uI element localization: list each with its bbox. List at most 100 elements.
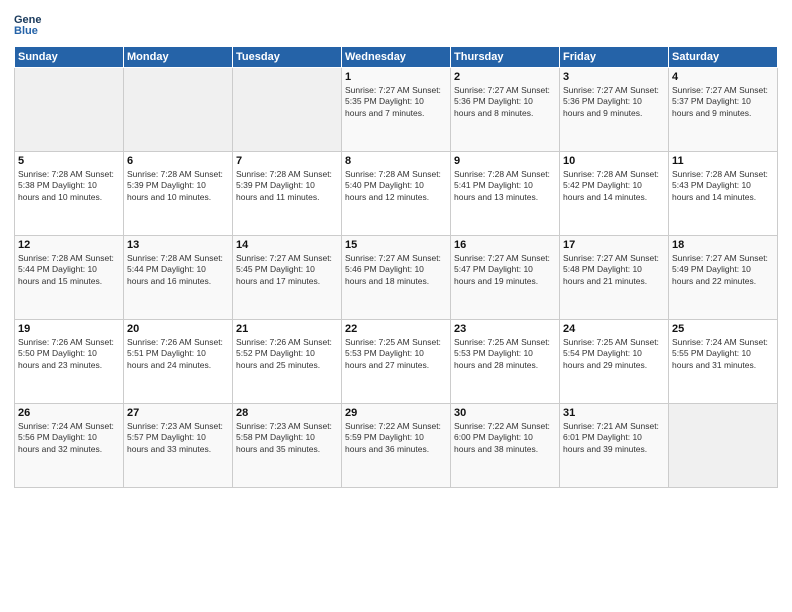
day-info: Sunrise: 7:28 AM Sunset: 5:44 PM Dayligh… bbox=[127, 253, 229, 287]
logo-icon: General Blue bbox=[14, 10, 42, 38]
svg-text:Blue: Blue bbox=[14, 25, 38, 37]
day-number: 18 bbox=[672, 239, 774, 251]
day-number: 25 bbox=[672, 323, 774, 335]
calendar-cell bbox=[233, 68, 342, 152]
weekday-header-sunday: Sunday bbox=[15, 47, 124, 68]
day-info: Sunrise: 7:25 AM Sunset: 5:53 PM Dayligh… bbox=[345, 337, 447, 371]
calendar-cell: 6 Sunrise: 7:28 AM Sunset: 5:39 PM Daylig… bbox=[124, 152, 233, 236]
logo: General Blue bbox=[14, 10, 42, 38]
calendar-cell: 18 Sunrise: 7:27 AM Sunset: 5:49 PM Dayli… bbox=[669, 236, 778, 320]
calendar-cell: 11Sunrise: 7:28 AM Sunset: 5:43 PM Dayli… bbox=[669, 152, 778, 236]
week-row-2: 5 Sunrise: 7:28 AM Sunset: 5:38 PM Daylig… bbox=[15, 152, 778, 236]
day-info: Sunrise: 7:28 AM Sunset: 5:44 PM Dayligh… bbox=[18, 253, 120, 287]
day-number: 28 bbox=[236, 407, 338, 419]
day-info: Sunrise: 7:25 AM Sunset: 5:53 PM Dayligh… bbox=[454, 337, 556, 371]
calendar-cell bbox=[669, 404, 778, 488]
day-info: Sunrise: 7:28 AM Sunset: 5:39 PM Dayligh… bbox=[236, 169, 338, 203]
day-number: 17 bbox=[563, 239, 665, 251]
day-info: Sunrise: 7:22 AM Sunset: 5:59 PM Dayligh… bbox=[345, 421, 447, 455]
day-number: 13 bbox=[127, 239, 229, 251]
calendar-cell: 12 Sunrise: 7:28 AM Sunset: 5:44 PM Dayli… bbox=[15, 236, 124, 320]
calendar-cell: 7 Sunrise: 7:28 AM Sunset: 5:39 PM Daylig… bbox=[233, 152, 342, 236]
weekday-header-monday: Monday bbox=[124, 47, 233, 68]
day-number: 3 bbox=[563, 71, 665, 83]
day-number: 5 bbox=[18, 155, 120, 167]
day-info: Sunrise: 7:22 AM Sunset: 6:00 PM Dayligh… bbox=[454, 421, 556, 455]
day-info: Sunrise: 7:28 AM Sunset: 5:41 PM Dayligh… bbox=[454, 169, 556, 203]
day-info: Sunrise: 7:24 AM Sunset: 5:56 PM Dayligh… bbox=[18, 421, 120, 455]
day-number: 8 bbox=[345, 155, 447, 167]
calendar-cell: 16 Sunrise: 7:27 AM Sunset: 5:47 PM Dayli… bbox=[451, 236, 560, 320]
day-number: 6 bbox=[127, 155, 229, 167]
day-info: Sunrise: 7:21 AM Sunset: 6:01 PM Dayligh… bbox=[563, 421, 665, 455]
weekday-header-wednesday: Wednesday bbox=[342, 47, 451, 68]
day-number: 23 bbox=[454, 323, 556, 335]
day-number: 15 bbox=[345, 239, 447, 251]
calendar-cell: 21 Sunrise: 7:26 AM Sunset: 5:52 PM Dayli… bbox=[233, 320, 342, 404]
day-info: Sunrise: 7:28 AM Sunset: 5:39 PM Dayligh… bbox=[127, 169, 229, 203]
calendar-cell: 4Sunrise: 7:27 AM Sunset: 5:37 PM Daylig… bbox=[669, 68, 778, 152]
day-info: Sunrise: 7:28 AM Sunset: 5:43 PM Dayligh… bbox=[672, 169, 774, 203]
calendar-cell: 15 Sunrise: 7:27 AM Sunset: 5:46 PM Dayli… bbox=[342, 236, 451, 320]
day-number: 1 bbox=[345, 71, 447, 83]
day-info: Sunrise: 7:28 AM Sunset: 5:38 PM Dayligh… bbox=[18, 169, 120, 203]
calendar-cell bbox=[15, 68, 124, 152]
day-info: Sunrise: 7:26 AM Sunset: 5:52 PM Dayligh… bbox=[236, 337, 338, 371]
week-row-5: 26 Sunrise: 7:24 AM Sunset: 5:56 PM Dayli… bbox=[15, 404, 778, 488]
day-number: 26 bbox=[18, 407, 120, 419]
day-number: 16 bbox=[454, 239, 556, 251]
week-row-3: 12 Sunrise: 7:28 AM Sunset: 5:44 PM Dayli… bbox=[15, 236, 778, 320]
day-info: Sunrise: 7:28 AM Sunset: 5:40 PM Dayligh… bbox=[345, 169, 447, 203]
weekday-header-tuesday: Tuesday bbox=[233, 47, 342, 68]
day-number: 24 bbox=[563, 323, 665, 335]
weekday-header-saturday: Saturday bbox=[669, 47, 778, 68]
calendar-cell: 2Sunrise: 7:27 AM Sunset: 5:36 PM Daylig… bbox=[451, 68, 560, 152]
calendar-cell: 13 Sunrise: 7:28 AM Sunset: 5:44 PM Dayli… bbox=[124, 236, 233, 320]
calendar-cell: 10Sunrise: 7:28 AM Sunset: 5:42 PM Dayli… bbox=[560, 152, 669, 236]
day-info: Sunrise: 7:23 AM Sunset: 5:57 PM Dayligh… bbox=[127, 421, 229, 455]
day-info: Sunrise: 7:26 AM Sunset: 5:51 PM Dayligh… bbox=[127, 337, 229, 371]
calendar-cell: 25 Sunrise: 7:24 AM Sunset: 5:55 PM Dayli… bbox=[669, 320, 778, 404]
calendar-cell: 24 Sunrise: 7:25 AM Sunset: 5:54 PM Dayli… bbox=[560, 320, 669, 404]
day-number: 10 bbox=[563, 155, 665, 167]
calendar-cell: 20Sunrise: 7:26 AM Sunset: 5:51 PM Dayli… bbox=[124, 320, 233, 404]
calendar-cell: 3 Sunrise: 7:27 AM Sunset: 5:36 PM Daylig… bbox=[560, 68, 669, 152]
day-info: Sunrise: 7:27 AM Sunset: 5:47 PM Dayligh… bbox=[454, 253, 556, 287]
calendar-cell: 28Sunrise: 7:23 AM Sunset: 5:58 PM Dayli… bbox=[233, 404, 342, 488]
day-info: Sunrise: 7:27 AM Sunset: 5:49 PM Dayligh… bbox=[672, 253, 774, 287]
day-info: Sunrise: 7:27 AM Sunset: 5:45 PM Dayligh… bbox=[236, 253, 338, 287]
day-number: 30 bbox=[454, 407, 556, 419]
calendar-cell: 26 Sunrise: 7:24 AM Sunset: 5:56 PM Dayli… bbox=[15, 404, 124, 488]
day-number: 27 bbox=[127, 407, 229, 419]
day-number: 21 bbox=[236, 323, 338, 335]
day-info: Sunrise: 7:27 AM Sunset: 5:48 PM Dayligh… bbox=[563, 253, 665, 287]
weekday-header-friday: Friday bbox=[560, 47, 669, 68]
day-number: 7 bbox=[236, 155, 338, 167]
weekday-header-thursday: Thursday bbox=[451, 47, 560, 68]
day-number: 14 bbox=[236, 239, 338, 251]
calendar-table: SundayMondayTuesdayWednesdayThursdayFrid… bbox=[14, 46, 778, 488]
day-number: 19 bbox=[18, 323, 120, 335]
calendar-cell: 17 Sunrise: 7:27 AM Sunset: 5:48 PM Dayli… bbox=[560, 236, 669, 320]
day-number: 9 bbox=[454, 155, 556, 167]
day-number: 4 bbox=[672, 71, 774, 83]
weekday-header-row: SundayMondayTuesdayWednesdayThursdayFrid… bbox=[15, 47, 778, 68]
day-number: 31 bbox=[563, 407, 665, 419]
calendar-cell bbox=[124, 68, 233, 152]
day-info: Sunrise: 7:25 AM Sunset: 5:54 PM Dayligh… bbox=[563, 337, 665, 371]
calendar-cell: 23 Sunrise: 7:25 AM Sunset: 5:53 PM Dayli… bbox=[451, 320, 560, 404]
calendar-cell: 22Sunrise: 7:25 AM Sunset: 5:53 PM Dayli… bbox=[342, 320, 451, 404]
page-header: General Blue bbox=[14, 10, 778, 38]
day-number: 29 bbox=[345, 407, 447, 419]
day-info: Sunrise: 7:24 AM Sunset: 5:55 PM Dayligh… bbox=[672, 337, 774, 371]
day-info: Sunrise: 7:27 AM Sunset: 5:46 PM Dayligh… bbox=[345, 253, 447, 287]
day-number: 12 bbox=[18, 239, 120, 251]
day-info: Sunrise: 7:27 AM Sunset: 5:36 PM Dayligh… bbox=[563, 85, 665, 119]
day-info: Sunrise: 7:27 AM Sunset: 5:35 PM Dayligh… bbox=[345, 85, 447, 119]
calendar-cell: 5 Sunrise: 7:28 AM Sunset: 5:38 PM Daylig… bbox=[15, 152, 124, 236]
calendar-cell: 29 Sunrise: 7:22 AM Sunset: 5:59 PM Dayli… bbox=[342, 404, 451, 488]
calendar-cell: 31 Sunrise: 7:21 AM Sunset: 6:01 PM Dayli… bbox=[560, 404, 669, 488]
day-info: Sunrise: 7:26 AM Sunset: 5:50 PM Dayligh… bbox=[18, 337, 120, 371]
week-row-4: 19 Sunrise: 7:26 AM Sunset: 5:50 PM Dayli… bbox=[15, 320, 778, 404]
calendar-cell: 30 Sunrise: 7:22 AM Sunset: 6:00 PM Dayli… bbox=[451, 404, 560, 488]
